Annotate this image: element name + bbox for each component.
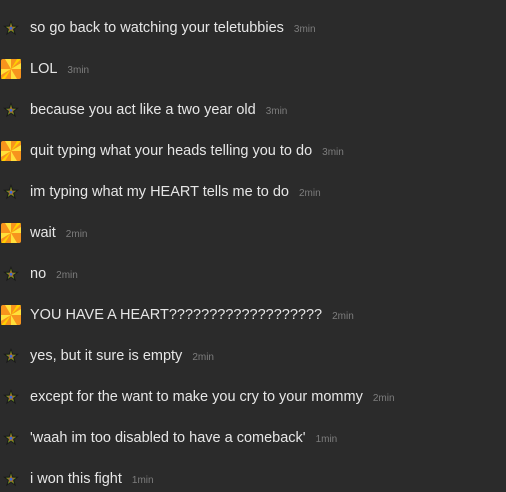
message-text: because you act like a two year old bbox=[30, 101, 256, 118]
rainbow-star-icon[interactable] bbox=[1, 100, 21, 120]
message-text: quit typing what your heads telling you … bbox=[30, 142, 313, 159]
message-text: LOL bbox=[30, 60, 58, 77]
message-text: YOU HAVE A HEART??????????????????? bbox=[30, 306, 323, 323]
chat-message: im typing what my HEART tells me to do 2m… bbox=[0, 171, 506, 212]
chat-message: wait 2min bbox=[0, 212, 506, 253]
rainbow-star-icon[interactable] bbox=[1, 18, 21, 38]
message-text: yes, but it sure is empty bbox=[30, 347, 183, 364]
message-text: i won this fight bbox=[30, 470, 122, 487]
message-timestamp: 3min bbox=[293, 23, 316, 35]
rainbow-star-icon[interactable] bbox=[1, 387, 21, 407]
message-timestamp: 2min bbox=[192, 351, 214, 363]
rainbow-star-icon[interactable] bbox=[1, 469, 21, 489]
orange-pinwheel-icon[interactable] bbox=[1, 304, 21, 325]
message-timestamp: 1min bbox=[315, 433, 338, 445]
message-text: so go back to watching your teletubbies bbox=[30, 19, 284, 36]
chat-message: i won this fight 1min bbox=[0, 458, 506, 492]
message-timestamp: 3min bbox=[67, 64, 90, 76]
rainbow-star-icon[interactable] bbox=[1, 264, 21, 284]
chat-message: except for the want to make you cry to y… bbox=[0, 376, 506, 417]
chat-message: YOU HAVE A HEART??????????????????? 2min bbox=[0, 294, 506, 335]
message-timestamp: 2min bbox=[372, 392, 395, 404]
message-timestamp: 2min bbox=[65, 228, 88, 240]
chat-message: quit typing what your heads telling you … bbox=[0, 130, 506, 171]
rainbow-star-icon[interactable] bbox=[1, 182, 21, 202]
message-text: no bbox=[30, 265, 47, 282]
chat-message: because you act like a two year old 3min bbox=[0, 89, 506, 130]
chat-message: no 2min bbox=[0, 253, 506, 294]
rainbow-star-icon[interactable] bbox=[1, 428, 21, 448]
chat-message: so go back to watching your teletubbies 3… bbox=[0, 7, 506, 48]
chat-message: LOL 3min bbox=[0, 48, 506, 89]
message-timestamp: 2min bbox=[332, 310, 354, 322]
message-timestamp: 1min bbox=[131, 474, 154, 486]
chat-message: yes, but it sure is empty 2min bbox=[0, 335, 506, 376]
message-text: wait bbox=[30, 224, 56, 241]
message-timestamp: 3min bbox=[322, 146, 344, 158]
message-timestamp: 2min bbox=[56, 269, 78, 281]
orange-pinwheel-icon[interactable] bbox=[1, 58, 21, 79]
chat-log: so go back to watching your teletubbies 3… bbox=[0, 0, 506, 492]
orange-pinwheel-icon[interactable] bbox=[1, 140, 21, 161]
message-text: 'waah im too disabled to have a comeback… bbox=[30, 429, 306, 446]
message-text: except for the want to make you cry to y… bbox=[30, 388, 363, 405]
message-timestamp: 3min bbox=[265, 105, 288, 117]
message-text: im typing what my HEART tells me to do bbox=[30, 183, 289, 200]
chat-message: 'waah im too disabled to have a comeback… bbox=[0, 417, 506, 458]
rainbow-star-icon[interactable] bbox=[1, 346, 21, 366]
orange-pinwheel-icon[interactable] bbox=[1, 222, 21, 243]
message-timestamp: 2min bbox=[298, 187, 321, 199]
